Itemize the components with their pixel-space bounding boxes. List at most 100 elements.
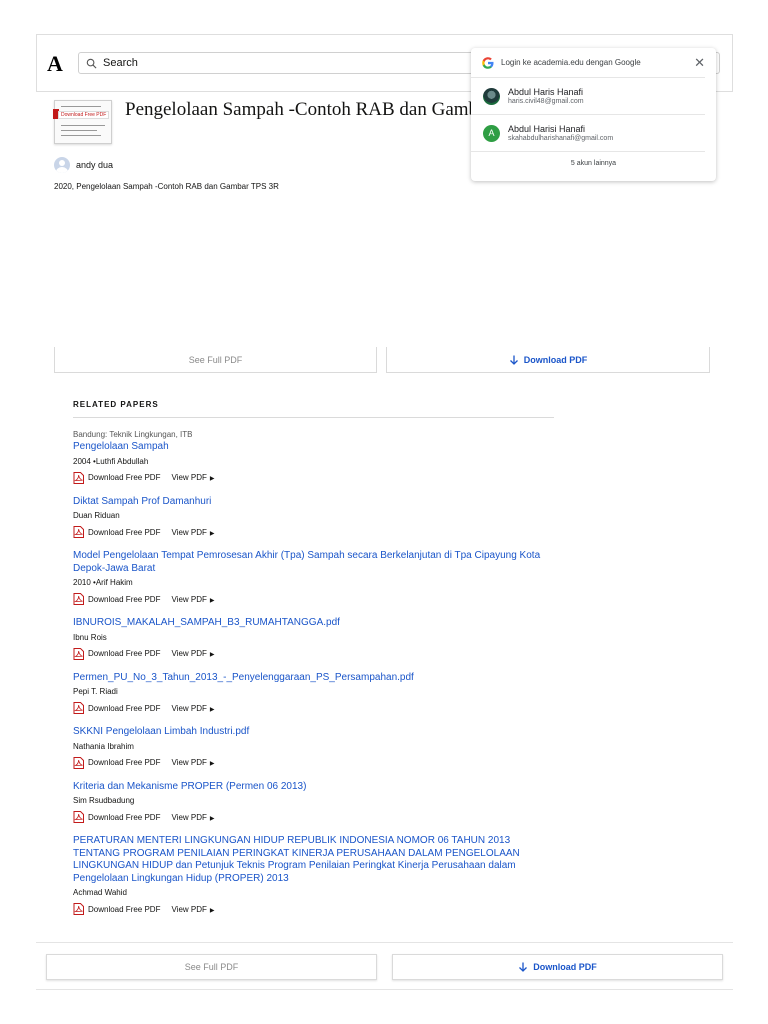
- paper-title-link[interactable]: Kriteria dan Mekanisme PROPER (Permen 06…: [73, 781, 554, 794]
- view-pdf-label: View PDF: [171, 904, 207, 914]
- more-accounts-link[interactable]: 5 akun lainnya: [471, 160, 716, 167]
- paper-title-link[interactable]: Model Pengelolaan Tempat Pemrosesan Akhi…: [73, 550, 554, 575]
- paper-actions: Download Free PDF View PDF ▶: [73, 756, 554, 769]
- view-pdf-label: View PDF: [171, 649, 207, 658]
- view-pdf-link[interactable]: View PDF ▶: [171, 528, 214, 537]
- document-thumbnail[interactable]: Download Free PDF: [53, 100, 112, 144]
- author-name[interactable]: andy dua: [76, 160, 113, 170]
- paper-title-link[interactable]: SKKNI Pengelolaan Limbah Industri.pdf: [73, 726, 554, 739]
- view-pdf-link[interactable]: View PDF ▶: [171, 649, 214, 658]
- paper-authors: Pepi T. Riadi: [73, 687, 118, 696]
- close-icon[interactable]: ✕: [694, 56, 705, 69]
- google-popup-title: Login ke academia.edu dengan Google: [501, 58, 641, 67]
- download-free-pdf-label: Download Free PDF: [88, 758, 161, 767]
- thumb-line: [61, 106, 101, 107]
- download-free-pdf-link[interactable]: Download Free PDF: [73, 526, 160, 538]
- google-login-popup: Login ke academia.edu dengan Google ✕ Ab…: [471, 48, 716, 181]
- paper-title-link[interactable]: Pengelolaan Sampah: [73, 441, 554, 454]
- pdf-file-icon: [73, 471, 84, 484]
- paper-authors: 2004 •Luthfi Abdullah: [73, 456, 149, 466]
- account-name: Abdul Harisi Hanafi: [508, 124, 586, 134]
- view-pdf-link[interactable]: View PDF ▶: [171, 704, 214, 713]
- search-icon: [86, 58, 97, 68]
- paper-actions: Download Free PDF View PDF ▶: [73, 647, 554, 660]
- account-email: haris.civil48@gmail.com: [508, 98, 584, 105]
- view-pdf-link[interactable]: View PDF ▶: [171, 473, 214, 482]
- caret-right-icon: ▶: [209, 815, 215, 822]
- related-paper-item: Model Pengelolaan Tempat Pemrosesan Akhi…: [73, 550, 554, 605]
- download-pdf-label: Download PDF: [523, 354, 588, 365]
- download-free-pdf-label: Download Free PDF: [88, 527, 161, 537]
- document-meta: 2020, Pengelolaan Sampah -Contoh RAB dan…: [54, 182, 279, 191]
- related-paper-item: PERATURAN MENTERI LINGKUNGAN HIDUP REPUB…: [73, 835, 554, 915]
- download-free-pdf-link[interactable]: Download Free PDF: [73, 702, 160, 714]
- download-arrow-icon: [509, 355, 518, 365]
- paper-actions: Download Free PDF View PDF ▶: [73, 702, 554, 714]
- paper-title-link[interactable]: IBNUROIS_MAKALAH_SAMPAH_B3_RUMAHTANGGA.p…: [73, 617, 554, 630]
- download-free-pdf-label: Download Free PDF: [88, 812, 161, 822]
- google-account-option[interactable]: A Abdul Harisi Hanafi skahabdulharishana…: [471, 115, 705, 152]
- thumb-download-tag: Download Free PDF: [58, 111, 110, 119]
- download-free-pdf-link[interactable]: Download Free PDF: [73, 756, 161, 769]
- paper-title-link[interactable]: Diktat Sampah Prof Damanhuri: [73, 496, 554, 509]
- pdf-file-icon: [73, 526, 84, 538]
- download-arrow-icon: [519, 962, 528, 972]
- see-full-pdf-button[interactable]: See Full PDF: [46, 954, 377, 980]
- download-free-pdf-link[interactable]: Download Free PDF: [73, 471, 160, 484]
- account-email: skahabdulharishanafi@gmail.com: [508, 135, 614, 142]
- related-paper-item: IBNUROIS_MAKALAH_SAMPAH_B3_RUMAHTANGGA.p…: [73, 617, 554, 660]
- caret-right-icon: ▶: [209, 706, 215, 713]
- view-pdf-link[interactable]: View PDF ▶: [171, 758, 214, 767]
- paper-title-link[interactable]: Permen_PU_No_3_Tahun_2013_-_Penyelenggar…: [73, 672, 554, 685]
- pdf-file-icon: [73, 702, 84, 714]
- download-pdf-button[interactable]: Download PDF: [392, 954, 723, 980]
- caret-right-icon: ▶: [209, 597, 215, 604]
- download-free-pdf-label: Download Free PDF: [88, 703, 161, 713]
- pdf-file-icon: [73, 903, 84, 915]
- view-pdf-link[interactable]: View PDF ▶: [171, 905, 214, 914]
- account-avatar: A: [483, 124, 500, 142]
- search-input[interactable]: [103, 57, 403, 69]
- google-account-option[interactable]: Abdul Haris Hanafi haris.civil48@gmail.c…: [471, 78, 705, 115]
- download-pdf-button[interactable]: Download PDF: [386, 347, 710, 373]
- related-papers-list: Bandung: Teknik Lingkungan, ITB Pengelola…: [73, 430, 554, 915]
- paper-authors: Duan Riduan: [73, 511, 120, 520]
- download-free-pdf-link[interactable]: Download Free PDF: [73, 647, 160, 660]
- author-avatar[interactable]: [54, 157, 70, 173]
- see-full-pdf-button[interactable]: See Full PDF: [54, 347, 377, 373]
- paper-authors: Achmad Wahid: [73, 888, 127, 897]
- document-actions: See Full PDF Download PDF: [54, 347, 710, 373]
- paper-actions: Download Free PDF View PDF ▶: [73, 811, 554, 823]
- download-pdf-label: Download PDF: [533, 962, 597, 972]
- related-paper-item: Bandung: Teknik Lingkungan, ITB Pengelola…: [73, 430, 554, 484]
- related-paper-item: Permen_PU_No_3_Tahun_2013_-_Penyelenggar…: [73, 672, 554, 714]
- paper-actions: Download Free PDF View PDF ▶: [73, 903, 554, 915]
- view-pdf-link[interactable]: View PDF ▶: [171, 595, 214, 604]
- related-paper-item: Kriteria dan Mekanisme PROPER (Permen 06…: [73, 781, 554, 823]
- view-pdf-label: View PDF: [171, 703, 207, 713]
- download-free-pdf-link[interactable]: Download Free PDF: [73, 903, 160, 915]
- pdf-file-icon: [73, 811, 84, 823]
- related-paper-item: Diktat Sampah Prof Damanhuri Duan Riduan D…: [73, 496, 554, 538]
- pdf-file-icon: [73, 647, 84, 660]
- paper-authors: Ibnu Rois: [73, 632, 107, 642]
- view-pdf-label: View PDF: [171, 473, 207, 482]
- related-paper-item: SKKNI Pengelolaan Limbah Industri.pdf Nat…: [73, 726, 554, 769]
- related-papers: RELATED PAPERS Bandung: Teknik Lingkunga…: [73, 400, 554, 915]
- caret-right-icon: ▶: [209, 652, 215, 658]
- download-free-pdf-label: Download Free PDF: [88, 904, 161, 914]
- author-row[interactable]: andy dua: [54, 157, 113, 173]
- view-pdf-label: View PDF: [171, 594, 207, 604]
- caret-right-icon: ▶: [209, 530, 215, 537]
- paper-actions: Download Free PDF View PDF ▶: [73, 526, 554, 538]
- view-pdf-link[interactable]: View PDF ▶: [171, 813, 214, 822]
- download-free-pdf-link[interactable]: Download Free PDF: [73, 593, 160, 605]
- paper-title-link[interactable]: PERATURAN MENTERI LINGKUNGAN HIDUP REPUB…: [73, 835, 554, 885]
- google-g-icon: [482, 56, 494, 69]
- pdf-file-icon: [73, 593, 84, 605]
- paper-authors: Nathania Ibrahim: [73, 741, 134, 751]
- academia-logo[interactable]: A: [47, 51, 63, 77]
- download-free-pdf-link[interactable]: Download Free PDF: [73, 811, 160, 823]
- paper-authors: 2010 •Arif Hakim: [73, 578, 133, 587]
- caret-right-icon: ▶: [209, 907, 215, 914]
